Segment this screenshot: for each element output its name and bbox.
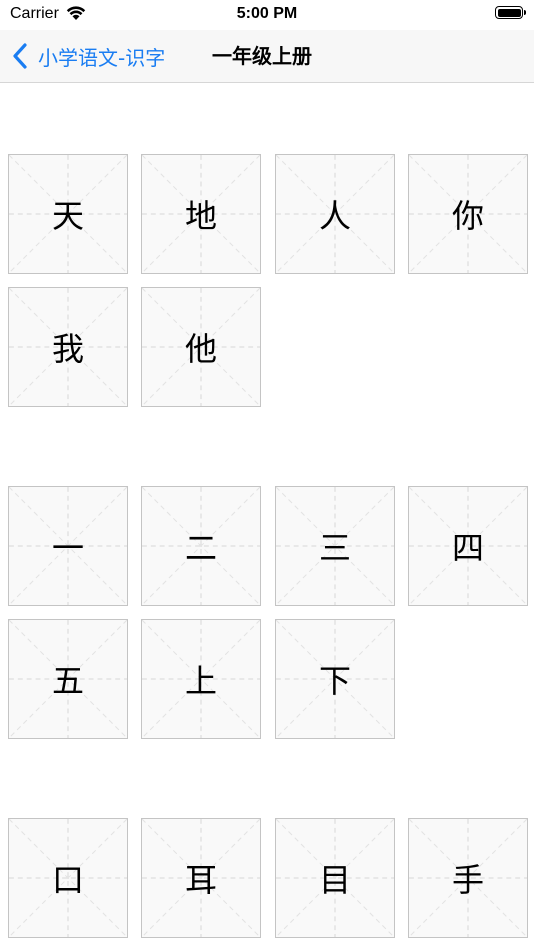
- character-cell[interactable]: 他: [141, 287, 261, 407]
- character-glyph: 四: [451, 529, 484, 567]
- clock: 5:00 PM: [236, 5, 298, 22]
- character-glyph: 天: [51, 197, 84, 235]
- status-bar: Carrier 5:00 PM: [0, 0, 534, 30]
- character-glyph: 他: [184, 330, 217, 368]
- battery-icon: [495, 6, 526, 19]
- character-glyph: 上: [184, 662, 217, 700]
- character-cell[interactable]: 四: [408, 486, 528, 606]
- character-glyph: 耳: [184, 861, 217, 899]
- character-cell[interactable]: 天: [8, 154, 128, 274]
- back-button-label: 小学语文-识字: [38, 45, 166, 70]
- character-cell[interactable]: 人: [275, 154, 395, 274]
- character-cell[interactable]: 三: [275, 486, 395, 606]
- character-cell[interactable]: 五: [8, 619, 128, 739]
- character-glyph: 我: [51, 330, 84, 368]
- character-glyph: 五: [51, 662, 84, 700]
- character-glyph: 目: [318, 861, 351, 899]
- character-cell[interactable]: 上: [141, 619, 261, 739]
- character-glyph: 口: [51, 861, 84, 899]
- character-cell[interactable]: 口: [8, 818, 128, 938]
- character-glyph: 手: [451, 861, 484, 899]
- page-title: 一年级上册: [212, 44, 312, 68]
- back-button[interactable]: 小学语文-识字: [12, 38, 165, 74]
- chevron-left-icon: [13, 43, 27, 69]
- character-cell[interactable]: 我: [8, 287, 128, 407]
- character-glyph: 一: [51, 529, 84, 567]
- character-cell[interactable]: 地: [141, 154, 261, 274]
- character-cell[interactable]: 耳: [141, 818, 261, 938]
- character-cell[interactable]: 目: [275, 818, 395, 938]
- character-grid: 天 地 人 你我 他一 二 三 四五 上 下口 耳 目 手: [0, 84, 534, 950]
- character-glyph: 人: [318, 197, 351, 235]
- character-cell[interactable]: 你: [408, 154, 528, 274]
- character-glyph: 下: [318, 662, 351, 700]
- character-glyph: 三: [318, 529, 351, 567]
- character-glyph: 地: [184, 197, 217, 235]
- character-cell[interactable]: 下: [275, 619, 395, 739]
- character-glyph: 二: [184, 529, 217, 567]
- character-glyph: 你: [451, 197, 484, 235]
- character-cell[interactable]: 二: [141, 486, 261, 606]
- character-cell[interactable]: 一: [8, 486, 128, 606]
- navigation-bar: 小学语文-识字 一年级上册: [0, 30, 534, 83]
- character-cell[interactable]: 手: [408, 818, 528, 938]
